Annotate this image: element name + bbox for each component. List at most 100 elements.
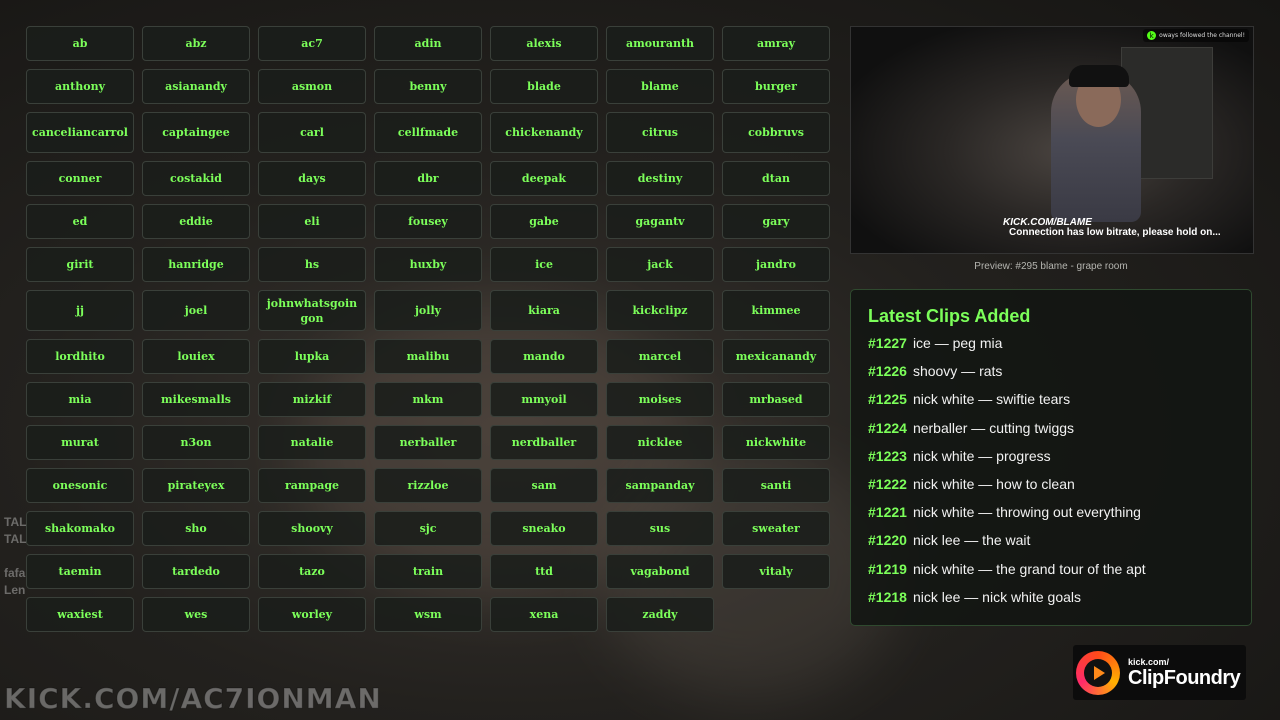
- streamer-button-hanridge[interactable]: hanridge: [142, 247, 250, 282]
- streamer-button-mizkif[interactable]: mizkif: [258, 382, 366, 417]
- streamer-button-sampanday[interactable]: sampanday: [606, 468, 714, 503]
- streamer-button-canceliancarrol[interactable]: canceliancarrol: [26, 112, 134, 153]
- streamer-button-joel[interactable]: joel: [142, 290, 250, 331]
- streamer-button-captaingee[interactable]: captaingee: [142, 112, 250, 153]
- streamer-button-taemin[interactable]: taemin: [26, 554, 134, 589]
- streamer-button-kickclipz[interactable]: kickclipz: [606, 290, 714, 331]
- streamer-button-tardedo[interactable]: tardedo: [142, 554, 250, 589]
- streamer-button-santi[interactable]: santi: [722, 468, 830, 503]
- streamer-button-rampage[interactable]: rampage: [258, 468, 366, 503]
- streamer-button-moises[interactable]: moises: [606, 382, 714, 417]
- streamer-button-gabe[interactable]: gabe: [490, 204, 598, 239]
- streamer-button-eddie[interactable]: eddie: [142, 204, 250, 239]
- streamer-button-nickwhite[interactable]: nickwhite: [722, 425, 830, 460]
- streamer-button-fousey[interactable]: fousey: [374, 204, 482, 239]
- streamer-button-shakomako[interactable]: shakomako: [26, 511, 134, 546]
- streamer-button-conner[interactable]: conner: [26, 161, 134, 196]
- streamer-button-ac7[interactable]: ac7: [258, 26, 366, 61]
- clip-item[interactable]: #1224 nerballer — cutting twiggs: [868, 419, 1235, 447]
- streamer-button-mexicanandy[interactable]: mexicanandy: [722, 339, 830, 374]
- streamer-button-mmyoil[interactable]: mmyoil: [490, 382, 598, 417]
- streamer-button-jandro[interactable]: jandro: [722, 247, 830, 282]
- streamer-button-malibu[interactable]: malibu: [374, 339, 482, 374]
- clip-item[interactable]: #1218 nick lee — nick white goals: [868, 588, 1235, 616]
- streamer-button-blade[interactable]: blade: [490, 69, 598, 104]
- clip-item[interactable]: #1219 nick white — the grand tour of the …: [868, 560, 1235, 588]
- streamer-button-benny[interactable]: benny: [374, 69, 482, 104]
- streamer-button-n3on[interactable]: n3on: [142, 425, 250, 460]
- clip-item[interactable]: #1222 nick white — how to clean: [868, 475, 1235, 503]
- streamer-button-xena[interactable]: xena: [490, 597, 598, 632]
- streamer-button-jack[interactable]: jack: [606, 247, 714, 282]
- streamer-button-gary[interactable]: gary: [722, 204, 830, 239]
- streamer-button-wes[interactable]: wes: [142, 597, 250, 632]
- streamer-button-lordhito[interactable]: lordhito: [26, 339, 134, 374]
- streamer-button-huxby[interactable]: huxby: [374, 247, 482, 282]
- streamer-button-girit[interactable]: girit: [26, 247, 134, 282]
- streamer-button-nicklee[interactable]: nicklee: [606, 425, 714, 460]
- streamer-button-citrus[interactable]: citrus: [606, 112, 714, 153]
- streamer-button-chickenandy[interactable]: chickenandy: [490, 112, 598, 153]
- clip-item[interactable]: #1221 nick white — throwing out everythin…: [868, 503, 1235, 531]
- streamer-button-shoovy[interactable]: shoovy: [258, 511, 366, 546]
- streamer-button-hs[interactable]: hs: [258, 247, 366, 282]
- streamer-button-lupka[interactable]: lupka: [258, 339, 366, 374]
- streamer-button-deepak[interactable]: deepak: [490, 161, 598, 196]
- streamer-button-eli[interactable]: eli: [258, 204, 366, 239]
- streamer-button-asmon[interactable]: asmon: [258, 69, 366, 104]
- streamer-button-wsm[interactable]: wsm: [374, 597, 482, 632]
- streamer-button-nerdballer[interactable]: nerdballer: [490, 425, 598, 460]
- streamer-button-pirateyex[interactable]: pirateyex: [142, 468, 250, 503]
- streamer-button-sus[interactable]: sus: [606, 511, 714, 546]
- streamer-button-dbr[interactable]: dbr: [374, 161, 482, 196]
- clip-item[interactable]: #1227 ice — peg mia: [868, 334, 1235, 362]
- streamer-button-sjc[interactable]: sjc: [374, 511, 482, 546]
- streamer-button-anthony[interactable]: anthony: [26, 69, 134, 104]
- streamer-button-sho[interactable]: sho: [142, 511, 250, 546]
- clip-item[interactable]: #1225 nick white — swiftie tears: [868, 390, 1235, 418]
- streamer-button-murat[interactable]: murat: [26, 425, 134, 460]
- streamer-button-blame[interactable]: blame: [606, 69, 714, 104]
- streamer-button-ice[interactable]: ice: [490, 247, 598, 282]
- streamer-button-ed[interactable]: ed: [26, 204, 134, 239]
- streamer-button-costakid[interactable]: costakid: [142, 161, 250, 196]
- clip-item[interactable]: #1223 nick white — progress: [868, 447, 1235, 475]
- streamer-button-sam[interactable]: sam: [490, 468, 598, 503]
- streamer-button-louiex[interactable]: louiex: [142, 339, 250, 374]
- streamer-button-worley[interactable]: worley: [258, 597, 366, 632]
- streamer-button-sneako[interactable]: sneako: [490, 511, 598, 546]
- streamer-button-kimmee[interactable]: kimmee: [722, 290, 830, 331]
- streamer-button-days[interactable]: days: [258, 161, 366, 196]
- streamer-button-rizzloe[interactable]: rizzloe: [374, 468, 482, 503]
- streamer-button-tazo[interactable]: tazo: [258, 554, 366, 589]
- streamer-button-amouranth[interactable]: amouranth: [606, 26, 714, 61]
- streamer-button-jj[interactable]: jj: [26, 290, 134, 331]
- streamer-button-jolly[interactable]: jolly: [374, 290, 482, 331]
- streamer-button-natalie[interactable]: natalie: [258, 425, 366, 460]
- streamer-button-ab[interactable]: ab: [26, 26, 134, 61]
- streamer-button-mkm[interactable]: mkm: [374, 382, 482, 417]
- streamer-button-dtan[interactable]: dtan: [722, 161, 830, 196]
- streamer-button-adin[interactable]: adin: [374, 26, 482, 61]
- clip-item[interactable]: #1226 shoovy — rats: [868, 362, 1235, 390]
- streamer-button-asianandy[interactable]: asianandy: [142, 69, 250, 104]
- streamer-button-sweater[interactable]: sweater: [722, 511, 830, 546]
- streamer-button-vitaly[interactable]: vitaly: [722, 554, 830, 589]
- streamer-button-onesonic[interactable]: onesonic: [26, 468, 134, 503]
- streamer-button-ttd[interactable]: ttd: [490, 554, 598, 589]
- streamer-button-alexis[interactable]: alexis: [490, 26, 598, 61]
- streamer-button-cobbruvs[interactable]: cobbruvs: [722, 112, 830, 153]
- streamer-button-johnwhatsgoingon[interactable]: johnwhatsgoingon: [258, 290, 366, 331]
- streamer-button-cellfmade[interactable]: cellfmade: [374, 112, 482, 153]
- streamer-button-destiny[interactable]: destiny: [606, 161, 714, 196]
- streamer-button-amray[interactable]: amray: [722, 26, 830, 61]
- streamer-button-nerballer[interactable]: nerballer: [374, 425, 482, 460]
- streamer-button-burger[interactable]: burger: [722, 69, 830, 104]
- streamer-button-mando[interactable]: mando: [490, 339, 598, 374]
- streamer-button-vagabond[interactable]: vagabond: [606, 554, 714, 589]
- streamer-button-mia[interactable]: mia: [26, 382, 134, 417]
- streamer-button-carl[interactable]: carl: [258, 112, 366, 153]
- streamer-button-mikesmalls[interactable]: mikesmalls: [142, 382, 250, 417]
- clip-item[interactable]: #1220 nick lee — the wait: [868, 531, 1235, 559]
- streamer-button-gagantv[interactable]: gagantv: [606, 204, 714, 239]
